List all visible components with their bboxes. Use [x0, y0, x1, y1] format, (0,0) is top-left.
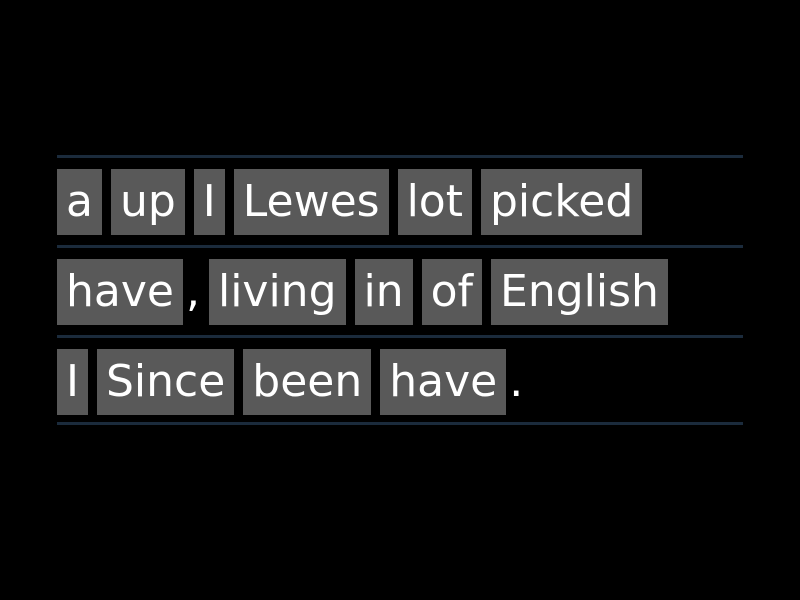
drop-line-2[interactable]: have, living in of English	[57, 245, 743, 335]
punctuation-mark: .	[509, 355, 524, 407]
word-tile[interactable]: Lewes	[233, 168, 389, 235]
word-tiles-row-2: have, living in of English	[57, 248, 677, 335]
word-tiles-row-1: a up I Lewes lot picked	[57, 158, 651, 245]
word-tile[interactable]: have	[380, 348, 507, 415]
activity-stage: a up I Lewes lot picked have, living in of Englis…	[0, 0, 800, 600]
word-tile[interactable]: lot	[397, 168, 472, 235]
word-tile[interactable]: a	[57, 168, 102, 235]
unjumble-board: a up I Lewes lot picked have, living in of Englis…	[57, 155, 743, 425]
word-tiles-row-3: I Since been have.	[57, 338, 532, 425]
word-tile[interactable]: I	[57, 348, 88, 415]
word-tile[interactable]: have	[57, 258, 183, 325]
word-tile[interactable]: I	[193, 168, 225, 235]
drop-line-3[interactable]: I Since been have.	[57, 335, 743, 425]
word-tile[interactable]: Since	[96, 348, 235, 415]
punctuation-mark: ,	[185, 265, 200, 317]
drop-line-1[interactable]: a up I Lewes lot picked	[57, 155, 743, 245]
word-tile[interactable]: of	[421, 258, 483, 325]
word-tile[interactable]: living	[208, 258, 346, 325]
word-tile[interactable]: in	[354, 258, 413, 325]
word-tile[interactable]: English	[491, 258, 668, 325]
word-tile[interactable]: up	[110, 168, 185, 235]
word-tile[interactable]: been	[243, 348, 372, 415]
word-tile[interactable]: picked	[480, 168, 643, 235]
